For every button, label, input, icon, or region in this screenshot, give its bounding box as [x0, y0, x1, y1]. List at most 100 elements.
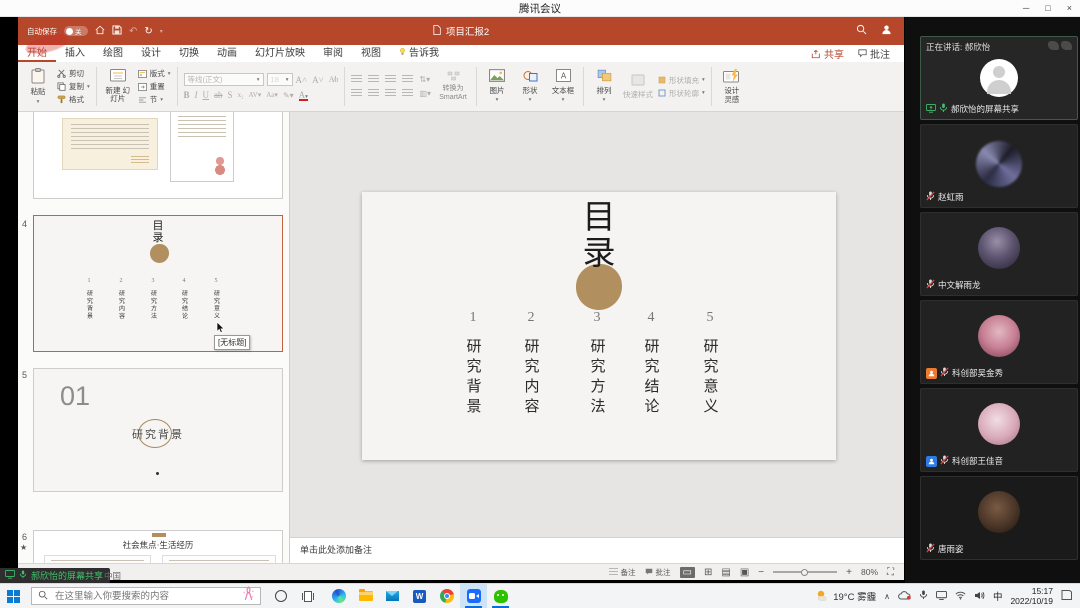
textbox-button[interactable]: A 文本框▾: [549, 69, 577, 104]
comments-button[interactable]: 批注: [858, 46, 890, 61]
toc-item-number[interactable]: 3: [594, 310, 601, 326]
tab-review[interactable]: 审阅: [314, 45, 352, 62]
strike-button[interactable]: ab: [214, 90, 223, 100]
screen-share-status-bar[interactable]: 郝欣怡的屏幕共享: [0, 568, 110, 583]
clear-format-button[interactable]: A̸b: [329, 75, 339, 84]
slideshow-button[interactable]: ▣: [740, 567, 749, 578]
ime-indicator[interactable]: 中: [993, 589, 1003, 603]
tab-slideshow[interactable]: 幻灯片放映: [246, 45, 314, 62]
tencent-meeting-taskbar-icon[interactable]: [460, 584, 487, 608]
picture-button[interactable]: 图片▾: [483, 69, 511, 104]
zoom-level[interactable]: 80%: [861, 567, 878, 577]
home-icon[interactable]: [95, 25, 105, 37]
tab-animations[interactable]: 动画: [208, 45, 246, 62]
account-icon[interactable]: [881, 22, 892, 40]
paste-button[interactable]: 粘贴▾: [24, 68, 52, 106]
layout-button[interactable]: 版式▾: [138, 68, 171, 79]
toc-item-text[interactable]: 研究背景: [463, 338, 484, 418]
bold-button[interactable]: B: [184, 90, 190, 100]
copy-button[interactable]: 复制▾: [57, 81, 90, 92]
case-button[interactable]: Aa▾: [266, 91, 278, 99]
participant-tile[interactable]: 科创部吴金秀: [920, 300, 1078, 384]
thumbnail-slide-5[interactable]: 01 研究背景: [33, 368, 283, 492]
weather-widget[interactable]: 19°C 雾霾: [816, 589, 876, 604]
redo-icon[interactable]: ↻: [144, 26, 152, 37]
section-button[interactable]: 节▾: [138, 94, 171, 105]
file-explorer-icon[interactable]: [352, 584, 379, 608]
chrome-icon[interactable]: [433, 584, 460, 608]
toc-item-number[interactable]: 4: [648, 310, 655, 326]
tab-draw[interactable]: 绘图: [94, 45, 132, 62]
notes-toggle[interactable]: 备注: [609, 567, 636, 578]
highlight-button[interactable]: ✎▾: [283, 91, 294, 100]
font-color-button[interactable]: A▾: [299, 90, 308, 100]
mail-icon[interactable]: [379, 584, 406, 608]
maximize-button[interactable]: □: [1045, 3, 1050, 13]
font-size-select[interactable]: 18▾: [267, 73, 293, 86]
participant-tile[interactable]: 赵虹雨: [920, 124, 1078, 208]
toc-item-number[interactable]: 5: [707, 310, 714, 326]
comments-toggle[interactable]: 批注: [645, 567, 671, 578]
toc-title[interactable]: 目 录: [362, 200, 836, 273]
thumbnail-slide-6[interactable]: 社会焦点·生活经历: [33, 530, 283, 563]
toc-item-text[interactable]: 研究结论: [641, 338, 662, 418]
justify-button[interactable]: [402, 89, 413, 98]
align-center-button[interactable]: [368, 89, 379, 98]
subscript-button[interactable]: x₂: [238, 91, 244, 99]
search-input[interactable]: [53, 590, 238, 603]
wechat-taskbar-icon[interactable]: [487, 584, 514, 608]
quick-styles-button[interactable]: 快速样式: [623, 74, 653, 99]
shape-fill-button[interactable]: 形状填充▾: [658, 75, 705, 86]
tray-mic-icon[interactable]: [919, 587, 928, 605]
bullets-button[interactable]: [351, 75, 362, 84]
underline-button[interactable]: U: [203, 90, 210, 100]
zoom-slider-thumb[interactable]: [801, 569, 808, 576]
tab-transitions[interactable]: 切换: [170, 45, 208, 62]
toc-item-text[interactable]: 研究内容: [521, 338, 542, 418]
save-icon[interactable]: [112, 25, 122, 37]
reading-view-button[interactable]: ▤: [721, 567, 730, 578]
edge-icon[interactable]: [325, 584, 352, 608]
clock[interactable]: 15:17 2022/10/19: [1010, 586, 1053, 606]
design-ideas-button[interactable]: 设计灵感: [718, 69, 746, 105]
normal-view-button[interactable]: ▭: [680, 567, 695, 578]
participant-tile-screenshare[interactable]: 正在讲话: 郝欣怡 郝欣怡的屏幕共享: [920, 36, 1078, 120]
participant-tile[interactable]: 中文解雨龙: [920, 212, 1078, 296]
cut-button[interactable]: 剪切: [57, 68, 90, 79]
line-spacing-button[interactable]: ⇅▾: [419, 75, 430, 84]
toc-item-number[interactable]: 2: [528, 310, 535, 326]
thumbnail-slide-3[interactable]: [33, 112, 283, 199]
slide-editing-surface[interactable]: 目 录 1 2 3 4 5 研究背景 研究内容 研究方法 研究结论 研究意义: [362, 192, 836, 460]
spacing-button[interactable]: AV▾: [249, 91, 262, 99]
cortana-button[interactable]: [267, 584, 294, 608]
reset-button[interactable]: 重置: [138, 81, 171, 92]
search-icon[interactable]: [856, 22, 867, 40]
task-view-button[interactable]: [294, 584, 321, 608]
zoom-out-button[interactable]: −: [758, 567, 764, 578]
tab-view[interactable]: 视图: [352, 45, 390, 62]
word-icon[interactable]: W: [406, 584, 433, 608]
tray-expand-icon[interactable]: ∧: [884, 592, 890, 601]
autosave-toggle[interactable]: 关: [64, 26, 88, 36]
shrink-font-button[interactable]: A˅: [312, 75, 324, 85]
align-left-button[interactable]: [351, 89, 362, 98]
undo-icon[interactable]: ↶: [129, 26, 137, 37]
close-button[interactable]: ×: [1067, 3, 1072, 13]
qat-dropdown-icon[interactable]: ▾: [160, 28, 163, 35]
arrange-button[interactable]: 排列▾: [590, 69, 618, 104]
indent-decrease-button[interactable]: [385, 75, 396, 84]
notes-pane[interactable]: 单击此处添加备注: [290, 537, 904, 563]
fit-slide-button[interactable]: ⛶: [887, 567, 894, 578]
toc-item-text[interactable]: 研究方法: [587, 338, 608, 418]
numbering-button[interactable]: [368, 75, 379, 84]
volume-icon[interactable]: [974, 587, 985, 605]
indent-increase-button[interactable]: [402, 75, 413, 84]
align-right-button[interactable]: [385, 89, 396, 98]
new-slide-button[interactable]: 新建 幻灯片: [103, 69, 133, 104]
notification-center-icon[interactable]: [1061, 587, 1072, 605]
zoom-in-button[interactable]: +: [846, 567, 852, 578]
tab-design[interactable]: 设计: [132, 45, 170, 62]
shape-outline-button[interactable]: 形状轮廓▾: [658, 88, 705, 99]
smartart-button[interactable]: 转换为SmartArt: [436, 71, 470, 102]
minimize-button[interactable]: ─: [1023, 3, 1029, 13]
